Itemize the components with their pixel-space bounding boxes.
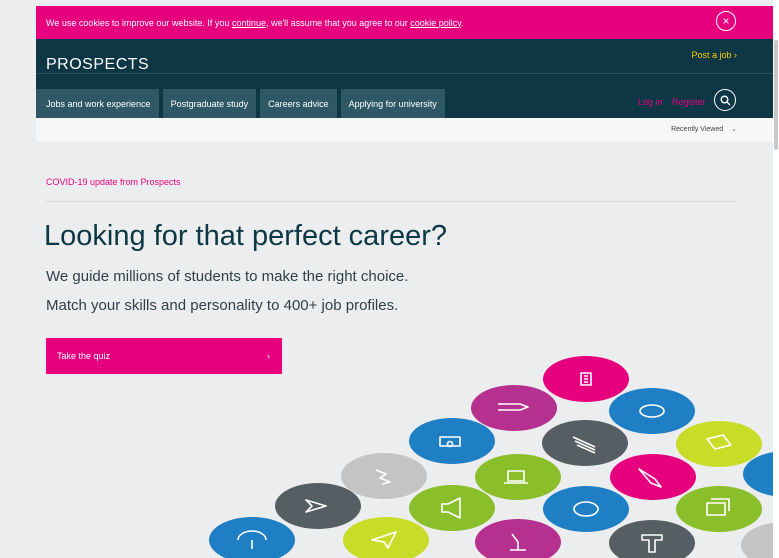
site-header: PROSPECTS Post a job › Jobs and work exp… xyxy=(36,39,773,118)
post-a-job-link[interactable]: Post a job › xyxy=(691,50,737,60)
plane-icon xyxy=(275,483,361,529)
lightning-icon xyxy=(341,453,427,499)
guitar-icon xyxy=(741,522,773,558)
subheadline-2: Match your skills and personality to 400… xyxy=(46,297,399,314)
search-icon xyxy=(720,95,730,105)
main-nav: Jobs and work experience Postgraduate st… xyxy=(36,89,445,118)
close-icon[interactable]: × xyxy=(716,11,736,31)
ticket-icon xyxy=(676,421,762,467)
cookie-banner: We use cookies to improve our website. I… xyxy=(36,6,773,39)
continue-link[interactable]: continue xyxy=(232,18,266,28)
covid-update-link[interactable]: COVID-19 update from Prospects xyxy=(46,177,181,187)
page: We use cookies to improve our website. I… xyxy=(0,0,773,558)
nav-tab-postgraduate[interactable]: Postgraduate study xyxy=(162,89,257,118)
register-link[interactable]: Register xyxy=(672,97,706,107)
piggy-bank-icon xyxy=(543,486,629,532)
subheadline-1: We guide millions of students to make th… xyxy=(46,268,409,285)
recently-viewed-bar: Recently Viewed ⌄ xyxy=(36,118,773,142)
nav-tab-university[interactable]: Applying for university xyxy=(340,89,445,118)
cookie-policy-link[interactable]: cookie policy xyxy=(410,18,461,28)
page-headline: Looking for that perfect career? xyxy=(44,220,448,252)
paper-plane-icon xyxy=(343,517,429,558)
megaphone-icon xyxy=(409,485,495,531)
search-button[interactable] xyxy=(714,89,736,111)
chevron-down-icon: ⌄ xyxy=(731,126,737,133)
microscope-icon xyxy=(475,519,561,558)
tap-icon xyxy=(609,520,695,558)
nav-tab-careers-advice[interactable]: Careers advice xyxy=(260,89,337,118)
books-icon xyxy=(542,420,628,466)
career-icons-illustration xyxy=(209,356,773,558)
scrollbar-thumb[interactable] xyxy=(774,40,778,150)
pen-icon xyxy=(471,385,557,431)
recently-viewed-label: Recently Viewed xyxy=(671,126,724,133)
scrollbar[interactable] xyxy=(773,0,779,558)
login-link[interactable]: Log in xyxy=(638,97,663,107)
recently-viewed-toggle[interactable]: Recently Viewed ⌄ xyxy=(671,125,737,133)
blimp-icon xyxy=(609,388,695,434)
paintbrush-icon xyxy=(610,454,696,500)
section-divider xyxy=(46,201,737,202)
prospects-logo[interactable]: PROSPECTS xyxy=(46,56,149,74)
cards-icon xyxy=(676,486,762,532)
money-icon xyxy=(409,418,495,464)
laptop-icon xyxy=(475,454,561,500)
header-divider xyxy=(36,73,773,74)
cookie-message: We use cookies to improve our website. I… xyxy=(46,17,464,28)
nav-tab-jobs[interactable]: Jobs and work experience xyxy=(36,89,159,118)
bin-icon xyxy=(543,356,629,402)
umbrella-icon xyxy=(209,517,295,558)
